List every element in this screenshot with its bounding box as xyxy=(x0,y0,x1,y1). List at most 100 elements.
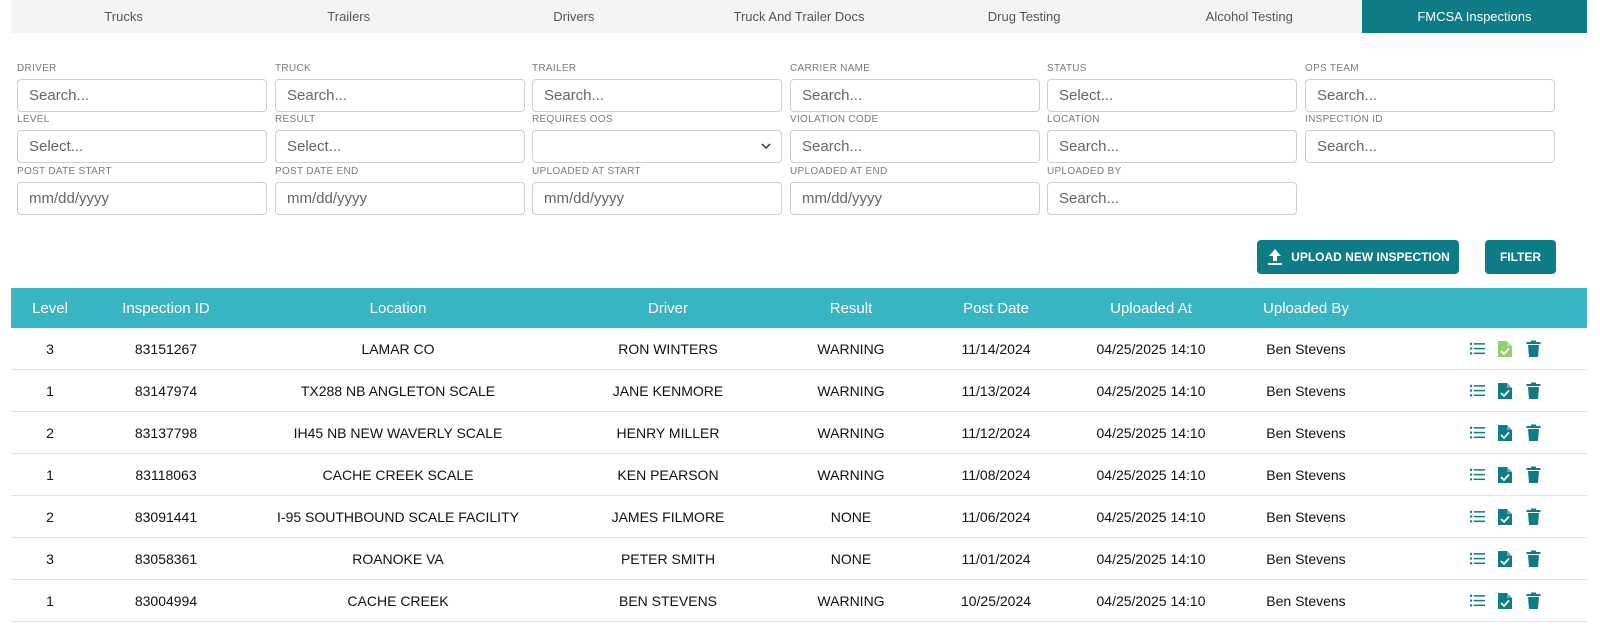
cell-result: WARNING xyxy=(817,466,885,483)
header-inspection-id[interactable]: Inspection ID xyxy=(89,300,243,317)
header-driver[interactable]: Driver xyxy=(553,300,783,317)
list-icon[interactable] xyxy=(1468,381,1487,400)
header-result[interactable]: Result xyxy=(783,300,919,317)
list-icon[interactable] xyxy=(1468,339,1487,358)
inspection-id-search-input[interactable]: Search... xyxy=(1305,130,1555,163)
uploaded-by-filter: UPLOADED BY Search... xyxy=(1047,165,1297,215)
doc-check-icon[interactable] xyxy=(1496,591,1515,610)
location-search-input[interactable]: Search... xyxy=(1047,130,1297,163)
list-icon[interactable] xyxy=(1468,423,1487,442)
header-level[interactable]: Level xyxy=(11,300,89,317)
doc-check-icon[interactable] xyxy=(1496,465,1515,484)
cell-post-date: 10/25/2024 xyxy=(960,592,1032,609)
cell-inspection-id: 83118063 xyxy=(135,466,197,483)
header-location[interactable]: Location xyxy=(243,300,553,317)
table-row: 1 83147974 TX288 NB ANGLETON SCALE JANE KEN… xyxy=(11,370,1587,412)
location-filter-label: LOCATION xyxy=(1047,114,1100,125)
header-post-date[interactable]: Post Date xyxy=(919,300,1073,317)
result-filter: RESULT Select... xyxy=(275,113,525,163)
trash-icon[interactable] xyxy=(1524,591,1543,610)
doc-check-icon[interactable] xyxy=(1496,423,1515,442)
filter-button[interactable]: FILTER xyxy=(1485,240,1556,274)
cell-inspection-id: 83058361 xyxy=(134,550,198,567)
tab-fmcsa-inspections[interactable]: FMCSA Inspections xyxy=(1361,0,1587,33)
trailer-filter-label: TRAILER xyxy=(532,63,577,74)
row-actions xyxy=(1383,339,1587,358)
table-row: 2 83137798 IH45 NB NEW WAVERLY SCALE HENRY … xyxy=(11,412,1587,454)
inspection-id-filter-label: INSPECTION ID xyxy=(1305,114,1383,125)
tab-trucks[interactable]: Trucks xyxy=(11,0,236,33)
cell-location: I-95 SOUTHBOUND SCALE FACILITY xyxy=(277,508,519,525)
post-date-end-input[interactable]: mm/dd/yyyy xyxy=(275,182,525,215)
ops-team-filter: OPS TEAM Search... xyxy=(1305,62,1555,112)
list-icon[interactable] xyxy=(1468,591,1487,610)
trash-icon[interactable] xyxy=(1524,381,1543,400)
trash-icon[interactable] xyxy=(1524,339,1543,358)
list-icon[interactable] xyxy=(1468,507,1487,526)
cell-post-date: 11/12/2024 xyxy=(961,424,1031,441)
doc-check-icon[interactable] xyxy=(1496,339,1515,358)
ops-team-search-input[interactable]: Search... xyxy=(1305,79,1555,112)
filter-button-label: FILTER xyxy=(1499,250,1542,264)
cell-uploaded-by: Ben Stevens xyxy=(1266,382,1346,399)
truck-filter: TRUCK Search... xyxy=(275,62,525,112)
level-select[interactable]: Select... xyxy=(17,130,267,163)
tab-drivers[interactable]: Drivers xyxy=(461,0,686,33)
row-actions xyxy=(1383,465,1587,484)
table-row: 3 83151267 LAMAR CO RON WINTERS WARNING 11/14… xyxy=(11,328,1587,370)
cell-location: IH45 NB NEW WAVERLY SCALE xyxy=(293,424,503,441)
tab-drug-testing[interactable]: Drug Testing xyxy=(912,0,1137,33)
cell-level: 3 xyxy=(46,340,54,357)
cell-location: ROANOKE VA xyxy=(352,550,444,567)
cell-level: 1 xyxy=(46,592,54,609)
list-icon[interactable] xyxy=(1468,465,1487,484)
post-date-end-label: POST DATE END xyxy=(275,166,359,177)
truck-search-input[interactable]: Search... xyxy=(275,79,525,112)
tab-alcohol-testing[interactable]: Alcohol Testing xyxy=(1137,0,1362,33)
cell-result: WARNING xyxy=(817,382,885,399)
list-icon[interactable] xyxy=(1468,549,1487,568)
driver-search-input[interactable]: Search... xyxy=(17,79,267,112)
trash-icon[interactable] xyxy=(1524,423,1543,442)
uploaded-at-end-label: UPLOADED AT END xyxy=(790,166,888,177)
cell-uploaded-by: Ben Stevens xyxy=(1266,466,1346,483)
trailer-filter: TRAILER Search... xyxy=(532,62,782,112)
tab-trailers[interactable]: Trailers xyxy=(236,0,461,33)
cell-uploaded-at: 04/25/2025 14:10 xyxy=(1096,592,1206,609)
cell-driver: HENRY MILLER xyxy=(616,424,720,441)
doc-check-icon[interactable] xyxy=(1496,507,1515,526)
trash-icon[interactable] xyxy=(1524,507,1543,526)
header-uploaded-at[interactable]: Uploaded At xyxy=(1073,300,1229,317)
uploaded-by-search-input[interactable]: Search... xyxy=(1047,182,1297,215)
cell-result: NONE xyxy=(830,508,872,525)
cell-uploaded-at: 04/25/2025 14:10 xyxy=(1096,424,1206,441)
doc-check-icon[interactable] xyxy=(1496,549,1515,568)
violation-code-filter: VIOLATION CODE Search... xyxy=(790,113,1040,163)
result-select[interactable]: Select... xyxy=(275,130,525,163)
requires-oos-select[interactable] xyxy=(532,130,782,163)
carrier-name-filter: CARRIER NAME Search... xyxy=(790,62,1040,112)
carrier-name-search-input[interactable]: Search... xyxy=(790,79,1040,112)
status-filter: STATUS Select... xyxy=(1047,62,1297,112)
cell-uploaded-at: 04/25/2025 14:10 xyxy=(1096,508,1206,525)
cell-result: WARNING xyxy=(817,424,885,441)
status-select[interactable]: Select... xyxy=(1047,79,1297,112)
table-row: 2 83091441 I-95 SOUTHBOUND SCALE FACILITY J… xyxy=(11,496,1587,538)
cell-uploaded-by: Ben Stevens xyxy=(1266,424,1346,441)
cell-level: 1 xyxy=(46,382,54,399)
trailer-search-input[interactable]: Search... xyxy=(532,79,782,112)
trash-icon[interactable] xyxy=(1524,549,1543,568)
violation-code-search-input[interactable]: Search... xyxy=(790,130,1040,163)
upload-new-inspection-button[interactable]: UPLOAD NEW INSPECTION xyxy=(1257,240,1459,274)
post-date-start-input[interactable]: mm/dd/yyyy xyxy=(17,182,267,215)
table-row: 1 83004994 CACHE CREEK BEN STEVENS WARNING 10… xyxy=(11,580,1587,622)
trash-icon[interactable] xyxy=(1524,465,1543,484)
header-uploaded-by[interactable]: Uploaded By xyxy=(1229,300,1383,317)
uploaded-at-start-input[interactable]: mm/dd/yyyy xyxy=(532,182,782,215)
cell-uploaded-by: Ben Stevens xyxy=(1266,550,1346,567)
cell-post-date: 11/13/2024 xyxy=(961,382,1031,399)
uploaded-at-end-input[interactable]: mm/dd/yyyy xyxy=(790,182,1040,215)
cell-result: NONE xyxy=(830,550,872,567)
tab-truck-and-trailer-docs[interactable]: Truck And Trailer Docs xyxy=(686,0,911,33)
doc-check-icon[interactable] xyxy=(1496,381,1515,400)
